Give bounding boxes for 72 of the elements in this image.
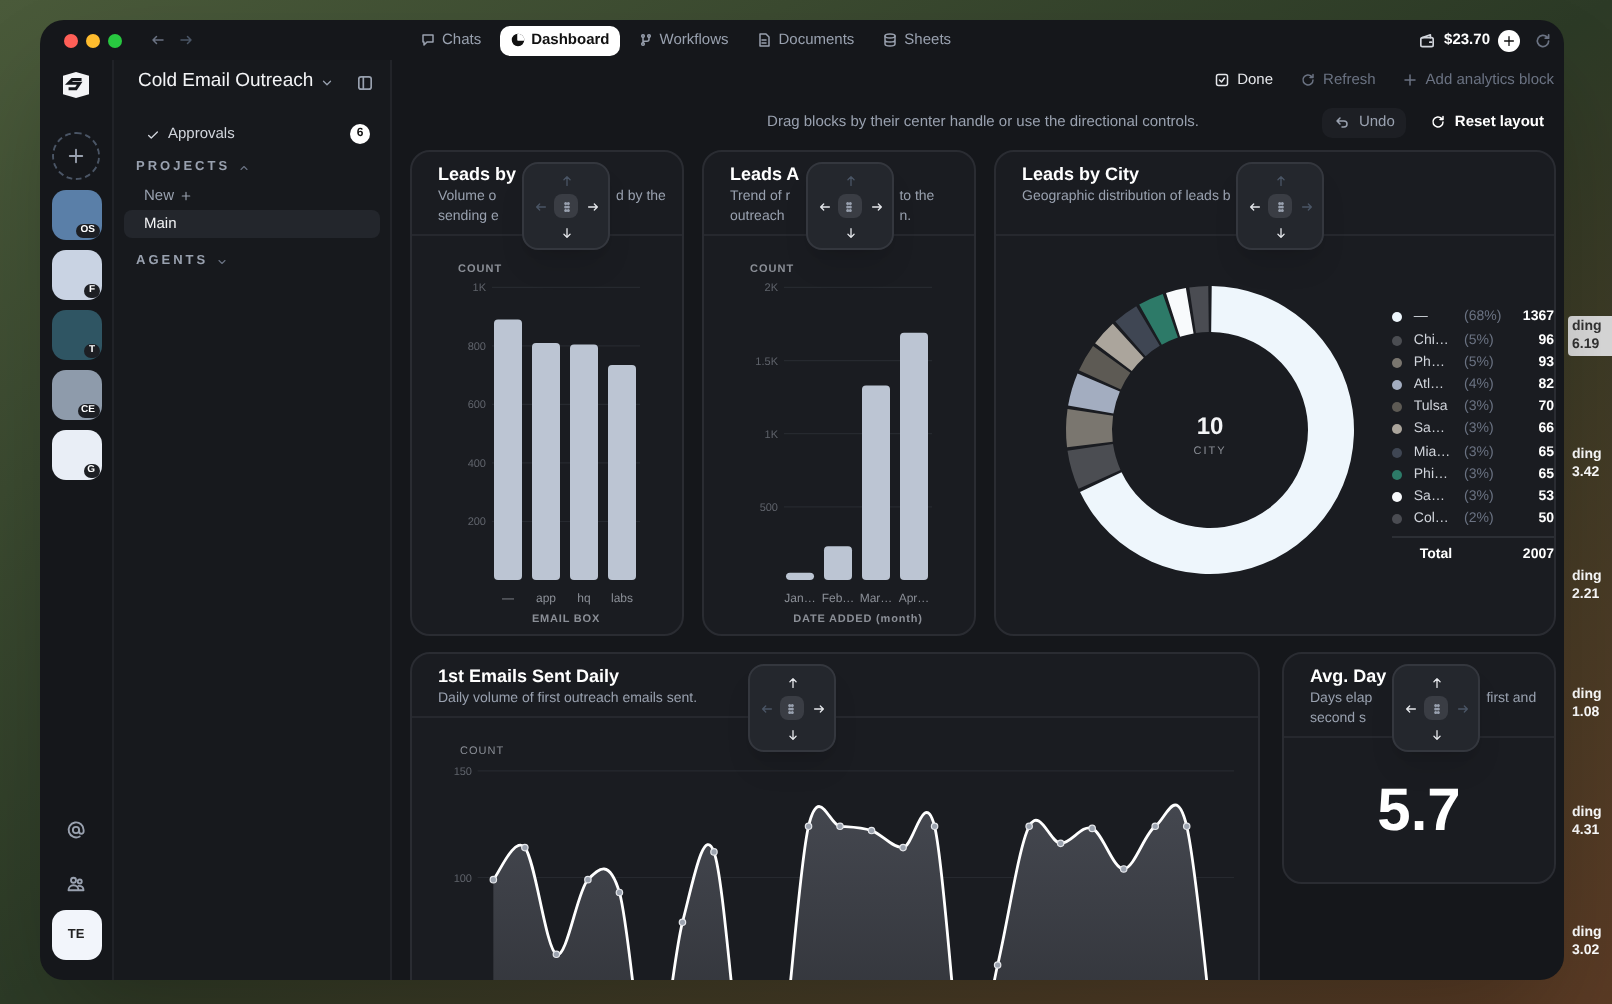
data-point [993, 961, 1002, 969]
plus-icon [180, 190, 193, 202]
sidebar-toggle-icon[interactable] [356, 73, 374, 91]
arrow-down-icon[interactable] [843, 226, 858, 240]
center-value: 10 [1196, 412, 1224, 440]
logo-icon[interactable] [60, 72, 92, 98]
arrow-down-icon[interactable] [785, 728, 800, 742]
back-arrow-icon[interactable] [150, 32, 166, 48]
undo-icon [1334, 114, 1351, 130]
data-point [804, 822, 813, 831]
document-icon [756, 32, 773, 48]
grip-icon [1429, 701, 1444, 715]
database-icon [882, 32, 899, 48]
data-point [1151, 822, 1159, 831]
data-point [678, 918, 687, 927]
plus-icon [66, 146, 86, 166]
grip-icon [1273, 199, 1288, 213]
card-title: Leads by [438, 162, 517, 188]
add-app-button[interactable] [52, 132, 100, 180]
data-point [584, 875, 592, 884]
data-point [1119, 865, 1128, 873]
drag-handle[interactable] [1424, 696, 1449, 720]
card-title: Leads A [730, 162, 800, 188]
drag-handle[interactable] [1268, 194, 1293, 218]
data-point [867, 826, 876, 835]
data-point [710, 848, 718, 856]
workspace-selector[interactable]: Cold Email Outreach [138, 67, 334, 97]
data-point [930, 822, 939, 831]
data-point [1025, 822, 1033, 831]
bar [824, 546, 852, 580]
grip-icon [842, 199, 857, 213]
arrow-up-icon[interactable] [785, 676, 800, 690]
drag-handle[interactable] [779, 696, 804, 720]
drag-handle[interactable] [554, 194, 579, 218]
data-point [615, 888, 624, 897]
data-point [836, 822, 844, 831]
data-point [552, 950, 561, 959]
drag-handle[interactable] [837, 194, 862, 218]
people-icon[interactable] [66, 874, 86, 894]
refresh-icon [1430, 114, 1447, 130]
data-point [899, 843, 907, 852]
add-funds-button[interactable] [1498, 29, 1520, 51]
data-point [1056, 839, 1065, 848]
minimize-button[interactable] [86, 33, 100, 47]
zoom-button[interactable] [108, 33, 122, 47]
arrow-down-icon[interactable] [1430, 728, 1445, 742]
card-title: Leads by City [1022, 162, 1140, 188]
refresh-icon [1299, 72, 1316, 88]
wallet-icon[interactable] [1418, 31, 1437, 49]
data-point [489, 875, 498, 884]
data-point [521, 843, 529, 852]
refresh-icon[interactable] [1534, 31, 1552, 49]
grip-icon [559, 199, 574, 213]
check-icon [146, 127, 160, 141]
arrow-down-icon[interactable] [560, 226, 575, 240]
bar [786, 572, 814, 580]
pie-chart-icon [509, 32, 526, 48]
chevron-down-icon [319, 75, 334, 89]
arrow-down-icon[interactable] [1274, 226, 1289, 240]
card-title: Avg. Day [1310, 664, 1387, 690]
data-point [1182, 822, 1191, 831]
plus-icon [1401, 72, 1418, 88]
close-button[interactable] [64, 33, 78, 47]
grip-icon [784, 701, 799, 715]
at-sign-icon[interactable] [66, 820, 86, 840]
metric-value: 5.7 [1377, 782, 1461, 842]
workflow-icon [637, 32, 654, 48]
chat-bubble-icon [420, 32, 436, 48]
card-title: 1st Emails Sent Daily [438, 664, 620, 690]
plus-icon [1502, 33, 1516, 47]
data-point [1088, 824, 1096, 833]
checkbox-icon [1213, 72, 1230, 88]
